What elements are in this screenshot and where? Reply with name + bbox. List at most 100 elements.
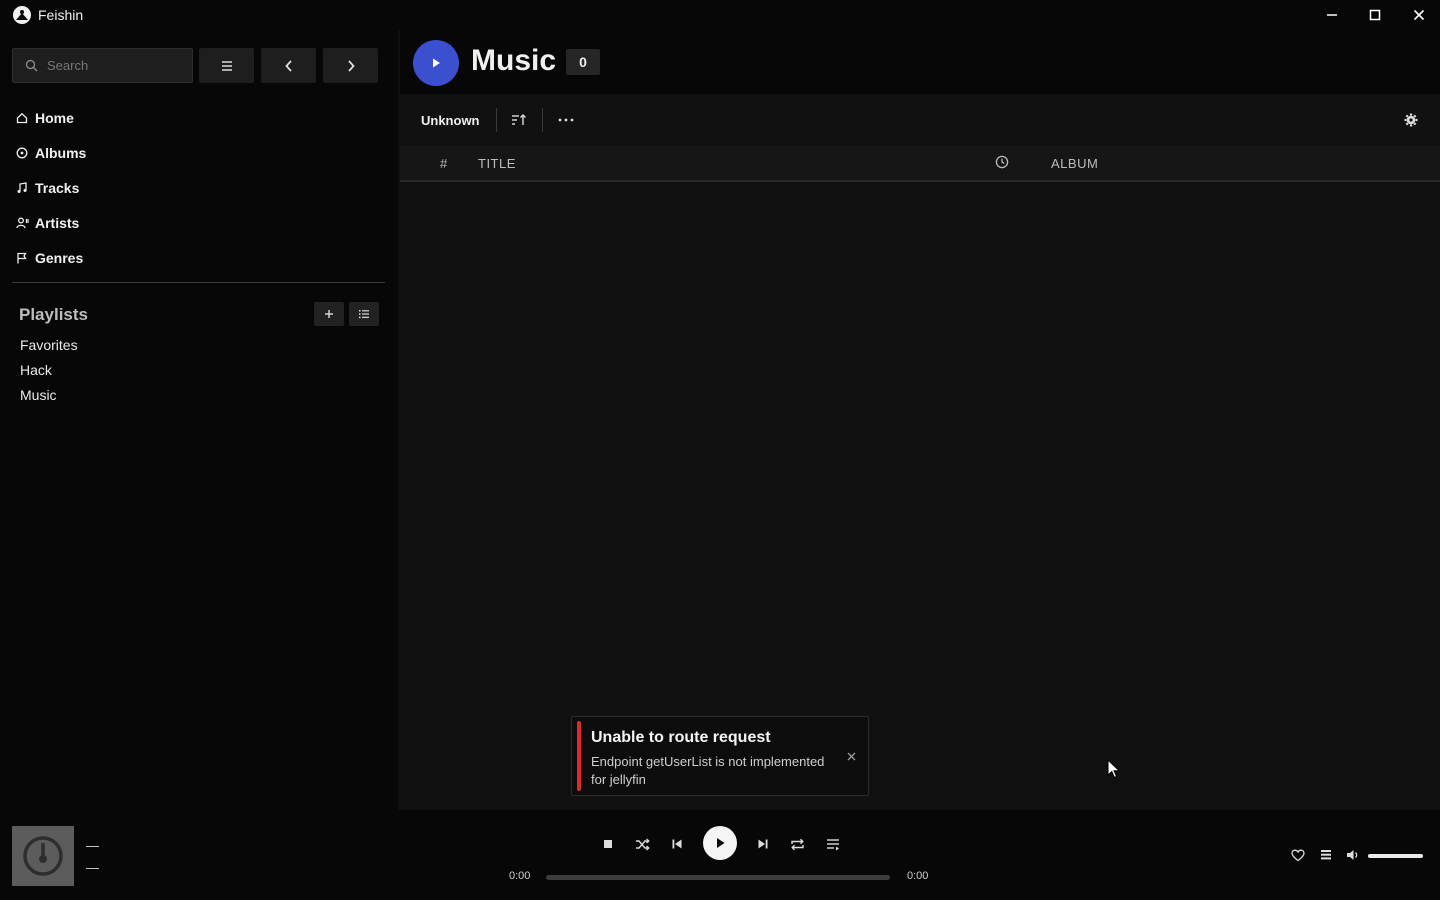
clock-icon bbox=[995, 155, 1009, 169]
column-header-album[interactable]: ALBUM bbox=[1051, 156, 1098, 171]
queue-button[interactable] bbox=[822, 834, 844, 854]
maximize-icon bbox=[1369, 9, 1381, 21]
back-button[interactable] bbox=[261, 48, 316, 83]
volume-icon bbox=[1347, 850, 1358, 860]
stop-button[interactable] bbox=[597, 834, 619, 854]
seek-slider[interactable] bbox=[546, 875, 890, 880]
sidebar-item-tracks[interactable]: Tracks bbox=[15, 178, 79, 198]
player-bar: — — 0:00 0:00 bbox=[0, 810, 1440, 900]
toast-accent-bar bbox=[577, 721, 581, 791]
shuffle-button[interactable] bbox=[631, 834, 653, 854]
toast-message: Endpoint getUserList is not implemented … bbox=[591, 754, 825, 787]
stop-icon bbox=[604, 840, 612, 848]
music-disc-icon bbox=[23, 836, 63, 876]
favorite-button[interactable] bbox=[1290, 847, 1306, 863]
track-title: — bbox=[86, 838, 99, 853]
toolbar-divider bbox=[496, 108, 497, 132]
home-icon bbox=[15, 111, 29, 125]
play-icon bbox=[717, 838, 725, 848]
forward-button[interactable] bbox=[323, 48, 378, 83]
flag-icon bbox=[15, 251, 29, 265]
play-all-button[interactable] bbox=[413, 40, 459, 86]
playlist-item-favorites[interactable]: Favorites bbox=[20, 337, 78, 353]
play-pause-button[interactable] bbox=[703, 826, 737, 860]
plus-icon bbox=[325, 310, 333, 318]
mute-button[interactable] bbox=[1345, 847, 1361, 863]
play-icon bbox=[433, 58, 440, 68]
add-playlist-button[interactable] bbox=[314, 302, 344, 326]
ellipsis-icon bbox=[558, 118, 574, 122]
search-icon bbox=[25, 59, 39, 73]
playlist-item-music[interactable]: Music bbox=[20, 387, 57, 403]
list-icon bbox=[359, 310, 369, 319]
sort-ascending-icon bbox=[512, 114, 526, 125]
time-total: 0:00 bbox=[907, 870, 929, 882]
next-button[interactable] bbox=[752, 834, 774, 854]
playlist-item-hack[interactable]: Hack bbox=[20, 362, 52, 378]
sidebar-item-genres[interactable]: Genres bbox=[15, 248, 83, 268]
track-table-header: # TITLE ALBUM bbox=[400, 146, 1440, 182]
sidebar-item-albums[interactable]: Albums bbox=[15, 143, 86, 163]
disc-icon bbox=[15, 146, 29, 160]
minimize-button[interactable] bbox=[1310, 0, 1354, 30]
search-field[interactable] bbox=[12, 48, 193, 83]
gear-icon bbox=[1404, 113, 1418, 127]
repeat-button[interactable] bbox=[786, 834, 808, 854]
toast-close-button[interactable] bbox=[844, 749, 858, 763]
track-table-body bbox=[400, 182, 1440, 810]
sidebar-item-artists[interactable]: Artists bbox=[15, 213, 79, 233]
title-bar: Feishin bbox=[0, 0, 1440, 30]
more-options-button[interactable] bbox=[555, 110, 577, 130]
close-window-button[interactable] bbox=[1397, 0, 1440, 30]
shuffle-icon bbox=[635, 838, 650, 850]
album-art-placeholder[interactable] bbox=[12, 826, 74, 886]
playlists-heading: Playlists bbox=[19, 305, 88, 324]
column-header-number[interactable]: # bbox=[440, 156, 448, 171]
chevron-left-icon bbox=[284, 59, 292, 72]
time-elapsed: 0:00 bbox=[509, 870, 531, 882]
search-input[interactable] bbox=[47, 58, 187, 73]
page-title: Music bbox=[471, 44, 557, 77]
chevron-right-icon bbox=[347, 59, 355, 72]
volume-slider[interactable] bbox=[1368, 854, 1423, 858]
sidebar-item-label: Genres bbox=[35, 250, 84, 266]
close-icon bbox=[1413, 9, 1425, 21]
column-header-duration[interactable] bbox=[995, 155, 1009, 172]
feishin-logo-icon bbox=[13, 6, 31, 24]
minimize-icon bbox=[1327, 14, 1337, 16]
track-artist: — bbox=[86, 860, 99, 875]
page-header: Music 0 bbox=[400, 30, 1440, 94]
sort-button[interactable] bbox=[508, 110, 530, 130]
column-header-title[interactable]: TITLE bbox=[478, 156, 516, 171]
table-settings-button[interactable] bbox=[1400, 110, 1422, 130]
sidebar-item-label: Tracks bbox=[35, 180, 80, 196]
text-lines-icon bbox=[1321, 850, 1331, 860]
sidebar-item-label: Artists bbox=[35, 215, 80, 231]
skip-forward-icon bbox=[758, 839, 768, 849]
sidebar-item-label: Albums bbox=[35, 145, 87, 161]
list-toolbar: Unknown bbox=[400, 94, 1440, 146]
lyrics-button[interactable] bbox=[1318, 847, 1334, 863]
sidebar-divider bbox=[12, 282, 385, 283]
volume-slider-fill bbox=[1368, 854, 1423, 858]
error-toast: Unable to route request Endpoint getUser… bbox=[571, 716, 869, 796]
sidebar-item-home[interactable]: Home bbox=[15, 108, 74, 128]
menu-button[interactable] bbox=[199, 48, 254, 83]
users-icon bbox=[15, 216, 29, 230]
toast-title: Unable to route request bbox=[591, 729, 771, 746]
heart-icon bbox=[1291, 849, 1305, 861]
filter-button[interactable]: Unknown bbox=[421, 113, 480, 128]
sidebar: Home Albums Tracks Artists Genres Playli… bbox=[0, 30, 398, 810]
app-title: Feishin bbox=[38, 7, 84, 23]
track-count-badge: 0 bbox=[566, 49, 600, 75]
previous-button[interactable] bbox=[666, 834, 688, 854]
close-icon bbox=[847, 752, 855, 760]
queue-list-icon bbox=[826, 838, 839, 850]
playlist-list-button[interactable] bbox=[349, 302, 379, 326]
repeat-icon bbox=[790, 838, 804, 850]
toolbar-divider bbox=[542, 108, 543, 132]
sidebar-item-label: Home bbox=[35, 110, 74, 126]
mouse-cursor-icon bbox=[1107, 759, 1121, 779]
maximize-button[interactable] bbox=[1353, 0, 1397, 30]
menu-icon bbox=[221, 60, 232, 71]
